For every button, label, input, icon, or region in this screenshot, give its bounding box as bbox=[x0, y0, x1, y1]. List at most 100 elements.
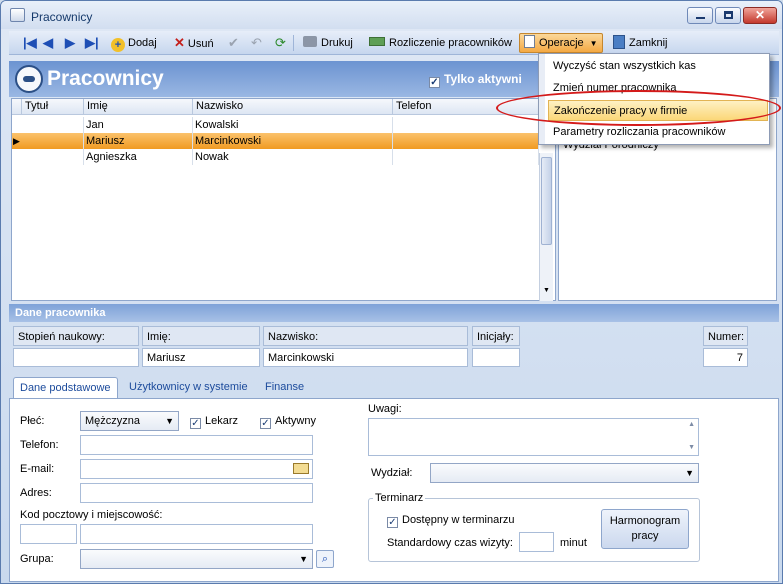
active-checkbox[interactable]: ✓ Aktywny bbox=[260, 415, 316, 429]
email-label: E-mail: bbox=[20, 463, 55, 475]
chevron-down-icon: ▼ bbox=[165, 416, 174, 426]
menu-item-clear-cash[interactable]: Wyczyść stan wszystkich kas bbox=[548, 56, 768, 77]
doctor-icon bbox=[15, 65, 43, 93]
close-window-button[interactable]: ✕ bbox=[743, 7, 777, 24]
department-label: Wydział: bbox=[371, 467, 413, 479]
maximize-button[interactable] bbox=[715, 7, 741, 24]
window: Pracownicy ✕ |◀ ◀ ▶ ▶| + Dodaj ✕ Usuń ✔ ↶ … bbox=[0, 0, 783, 584]
notes-label: Uwagi: bbox=[368, 403, 402, 415]
confirm-icon[interactable]: ✔ bbox=[228, 34, 239, 52]
table-row[interactable]: Agnieszka Nowak bbox=[12, 149, 539, 165]
cell-title bbox=[22, 117, 84, 133]
title-bar: Pracownicy ✕ bbox=[1, 1, 782, 29]
only-active-checkbox[interactable]: ✓ Tylko aktywni bbox=[429, 72, 522, 88]
employee-details-header: Dane pracownika bbox=[9, 304, 779, 322]
number-label: Numer: bbox=[703, 326, 748, 346]
delete-icon: ✕ bbox=[174, 35, 185, 50]
tab-system-users[interactable]: Użytkownicy w systemie bbox=[123, 377, 254, 399]
doctor-checkbox[interactable]: ✓ Lekarz bbox=[190, 415, 238, 429]
chevron-down-icon: ▼ bbox=[589, 39, 598, 48]
print-button[interactable]: Drukuj bbox=[303, 34, 353, 52]
gender-label: Płeć: bbox=[20, 415, 45, 427]
work-schedule-button[interactable]: Harmonogram pracy bbox=[601, 509, 689, 549]
first-name-field[interactable]: Mariusz bbox=[142, 348, 260, 367]
gender-select[interactable]: Mężczyzna ▼ bbox=[80, 411, 179, 431]
highlight-ellipse bbox=[496, 90, 781, 126]
cell-title bbox=[22, 133, 84, 149]
settlement-button[interactable]: Rozliczenie pracowników bbox=[369, 34, 512, 52]
close-button[interactable]: Zamknij bbox=[613, 34, 668, 52]
table-row[interactable]: Jan Kowalski bbox=[12, 117, 539, 133]
banknote-icon bbox=[369, 37, 385, 46]
last-name-field[interactable]: Marcinkowski bbox=[263, 348, 468, 367]
page-title: Pracownicy bbox=[47, 67, 164, 90]
search-icon[interactable]: ⌕ bbox=[316, 550, 334, 568]
cell-phone bbox=[393, 117, 539, 133]
address-field[interactable] bbox=[80, 483, 313, 503]
refresh-icon[interactable]: ⟳ bbox=[275, 34, 286, 52]
last-record-icon[interactable]: ▶| bbox=[85, 34, 99, 52]
cell-title bbox=[22, 149, 84, 165]
next-record-icon[interactable]: ▶ bbox=[65, 34, 75, 52]
cell-last-name: Kowalski bbox=[193, 117, 393, 133]
department-select[interactable]: ▼ bbox=[430, 463, 699, 483]
document-icon bbox=[524, 35, 535, 48]
chevron-down-icon: ▼ bbox=[685, 468, 694, 478]
column-header-last-name[interactable]: Nazwisko bbox=[193, 99, 393, 115]
tab-finance[interactable]: Finanse bbox=[259, 377, 310, 399]
operations-button[interactable]: Operacje ▼ bbox=[519, 33, 603, 53]
toolbar: |◀ ◀ ▶ ▶| + Dodaj ✕ Usuń ✔ ↶ ⟳ Drukuj Rozl… bbox=[9, 31, 779, 55]
postal-label: Kod pocztowy i miejscowość: bbox=[20, 509, 163, 521]
notes-field[interactable]: ▲ ▼ bbox=[368, 418, 699, 456]
printer-icon bbox=[303, 36, 317, 47]
notes-scroll-down-icon[interactable]: ▼ bbox=[688, 444, 695, 451]
cell-first-name: Jan bbox=[84, 117, 193, 133]
cell-first-name: Agnieszka bbox=[84, 149, 193, 165]
column-header-first-name[interactable]: Imię bbox=[84, 99, 193, 115]
cell-first-name: Mariusz bbox=[84, 133, 193, 149]
number-field[interactable]: 7 bbox=[703, 348, 748, 367]
visit-time-field[interactable] bbox=[519, 532, 554, 552]
postal-code-field[interactable] bbox=[20, 524, 77, 544]
degree-label: Stopień naukowy: bbox=[13, 326, 139, 346]
table-scrollbar[interactable]: ▼ bbox=[539, 153, 553, 301]
first-record-icon[interactable]: |◀ bbox=[23, 34, 37, 52]
minimize-button[interactable] bbox=[687, 7, 713, 24]
last-name-label: Nazwisko: bbox=[263, 326, 468, 346]
add-button[interactable]: + Dodaj bbox=[111, 34, 157, 52]
scroll-thumb[interactable] bbox=[541, 157, 552, 245]
cell-last-name: Nowak bbox=[193, 149, 393, 165]
exit-door-icon bbox=[613, 35, 625, 49]
available-checkbox[interactable]: ✓ Dostępny w terminarzu bbox=[387, 514, 515, 528]
cell-last-name: Marcinkowski bbox=[193, 133, 393, 149]
chevron-down-icon: ▼ bbox=[299, 554, 308, 564]
degree-field[interactable] bbox=[13, 348, 139, 367]
column-header-title[interactable]: Tytuł bbox=[22, 99, 84, 115]
previous-record-icon[interactable]: ◀ bbox=[43, 34, 53, 52]
initials-label: Inicjały: bbox=[472, 326, 520, 346]
group-select[interactable]: ▼ bbox=[80, 549, 313, 569]
visit-time-label: Standardowy czas wizyty: bbox=[387, 537, 513, 549]
first-name-label: Imię: bbox=[142, 326, 260, 346]
tab-basic-data[interactable]: Dane podstawowe bbox=[13, 377, 118, 399]
phone-field[interactable] bbox=[80, 435, 313, 455]
tab-bar: Dane podstawowe Użytkownicy w systemie F… bbox=[9, 375, 779, 399]
undo-icon[interactable]: ↶ bbox=[251, 34, 262, 52]
initials-field[interactable] bbox=[472, 348, 520, 367]
toolbar-separator bbox=[293, 35, 294, 51]
scroll-down-icon[interactable]: ▼ bbox=[543, 287, 550, 294]
cell-phone bbox=[393, 133, 539, 149]
notes-scroll-up-icon[interactable]: ▲ bbox=[688, 421, 695, 428]
minutes-label: minut bbox=[560, 537, 587, 549]
app-icon bbox=[10, 8, 25, 22]
cell-phone bbox=[393, 149, 539, 165]
row-indicator-header bbox=[12, 99, 22, 115]
scheduler-group-label: Terminarz bbox=[373, 492, 426, 504]
delete-button[interactable]: ✕ Usuń bbox=[174, 34, 214, 52]
email-field[interactable] bbox=[80, 459, 313, 479]
group-label: Grupa: bbox=[20, 553, 54, 565]
phone-label: Telefon: bbox=[20, 439, 59, 451]
envelope-icon[interactable] bbox=[293, 463, 309, 474]
table-row-selected[interactable]: ▶ Mariusz Marcinkowski bbox=[12, 133, 539, 149]
city-field[interactable] bbox=[80, 524, 313, 544]
